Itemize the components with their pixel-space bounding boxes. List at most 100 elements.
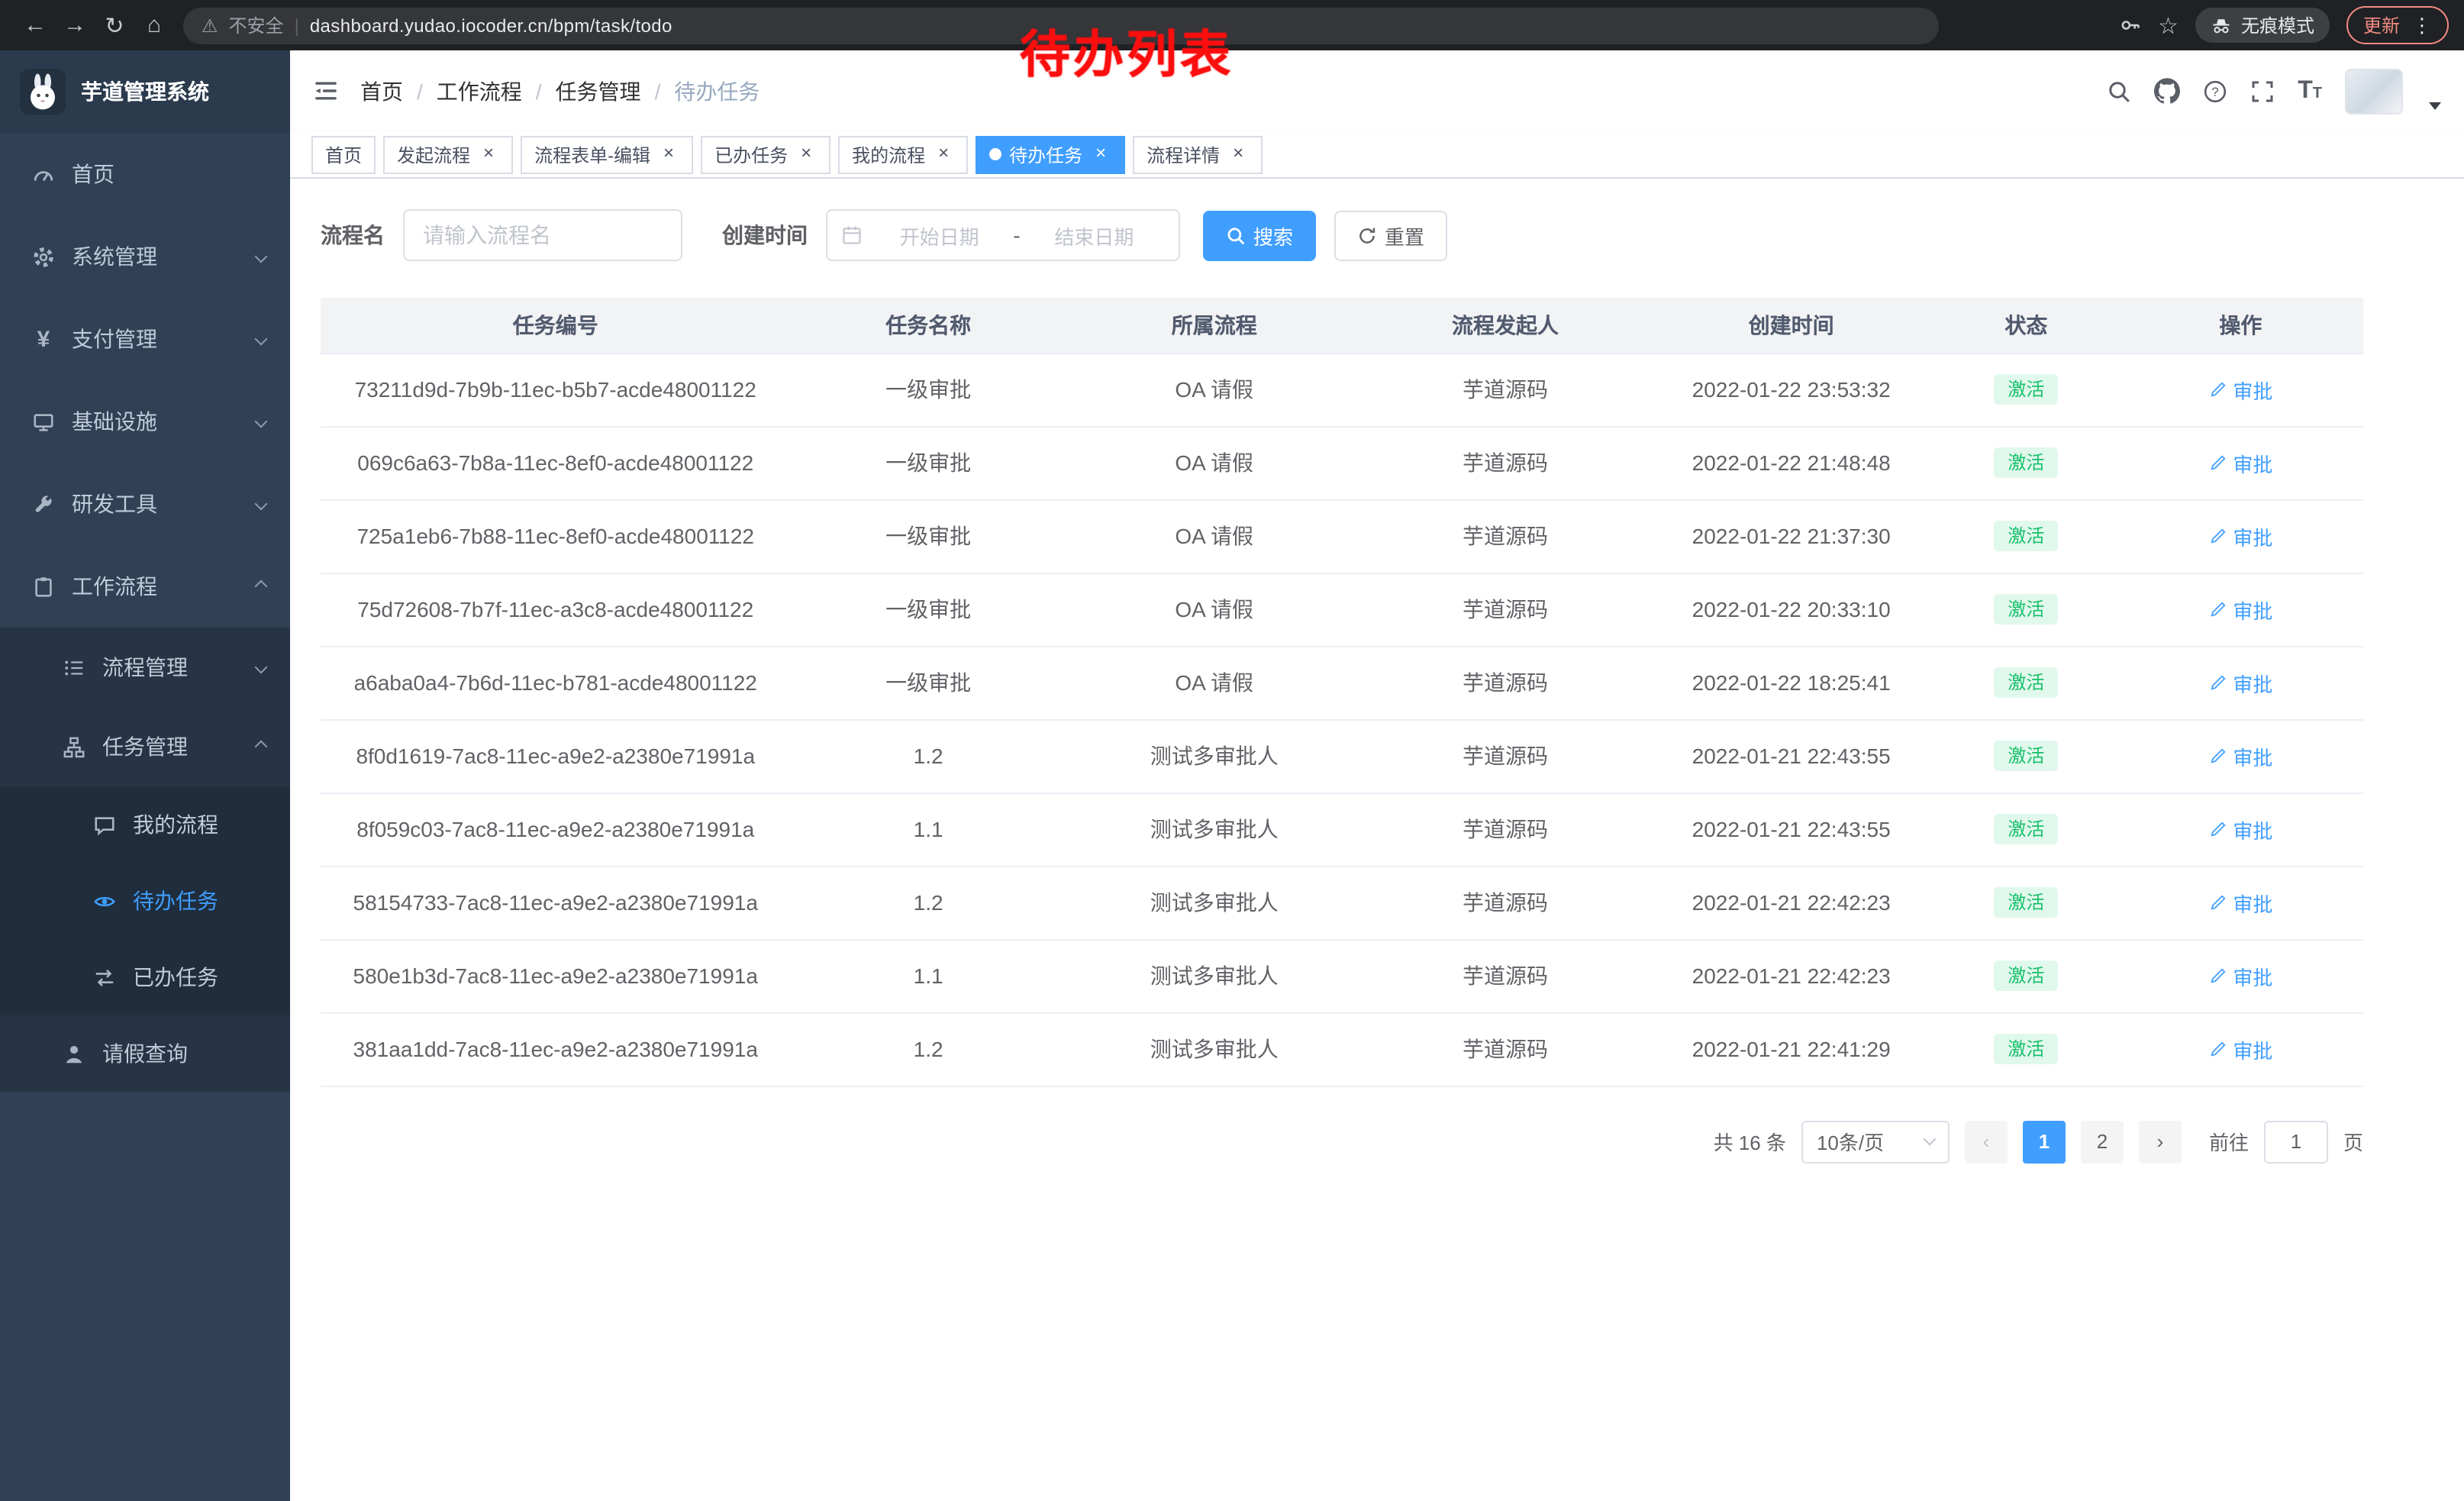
tab-done-tasks[interactable]: 已办任务 × <box>701 135 830 173</box>
back-icon[interactable]: ← <box>15 5 55 45</box>
cell-status: 激活 <box>1934 426 2118 499</box>
cell-task-id: 8f059c03-7ac8-11ec-a9e2-a2380e71991a <box>321 792 790 866</box>
font-size-icon[interactable]: TT <box>2298 77 2322 105</box>
approve-link[interactable]: 审批 <box>2208 448 2272 477</box>
sidebar-item-infrastructure[interactable]: 基础设施 <box>0 380 290 463</box>
cell-starter: 芋道源码 <box>1363 426 1649 499</box>
date-range-picker[interactable]: 开始日期 - 结束日期 <box>826 209 1180 261</box>
col-actions: 操作 <box>2118 298 2363 353</box>
avatar-caret-icon[interactable] <box>2429 102 2441 109</box>
cell-task-id: 75d72608-7b7f-11ec-a3c8-acde48001122 <box>321 573 790 646</box>
tab-start-process[interactable]: 发起流程× <box>383 135 513 173</box>
cell-process: 测试多审批人 <box>1066 866 1363 939</box>
cell-process: 测试多审批人 <box>1066 939 1363 1012</box>
update-button[interactable]: 更新 ⋮ <box>2346 6 2449 44</box>
forward-icon[interactable]: → <box>55 5 95 45</box>
breadcrumb-home[interactable]: 首页 <box>360 76 403 106</box>
cell-task-id: 725a1eb6-7b88-11ec-8ef0-acde48001122 <box>321 499 790 573</box>
key-icon[interactable] <box>2118 14 2141 37</box>
cell-process: OA 请假 <box>1066 499 1363 573</box>
reload-icon[interactable]: ↻ <box>95 5 134 45</box>
page-size-select[interactable]: 10条/页 <box>1801 1120 1950 1163</box>
cell-starter: 芋道源码 <box>1363 353 1649 426</box>
search-button[interactable]: 搜索 <box>1203 210 1316 260</box>
cell-task-name: 一级审批 <box>790 499 1066 573</box>
close-icon[interactable]: × <box>1227 144 1249 165</box>
sidebar-item-process-manage[interactable]: 流程管理 <box>0 628 290 707</box>
app-logo[interactable]: 芋道管理系统 <box>0 50 290 133</box>
close-icon[interactable]: × <box>795 144 817 165</box>
sidebar-item-done-tasks[interactable]: 已办任务 <box>0 939 290 1015</box>
prev-page-button[interactable]: ‹ <box>1965 1120 2008 1163</box>
tab-process-detail[interactable]: 流程详情× <box>1133 135 1263 173</box>
sidebar-item-leave-query[interactable]: 请假查询 <box>0 1015 290 1092</box>
home-icon[interactable]: ⌂ <box>134 5 174 45</box>
cell-task-id: 58154733-7ac8-11ec-a9e2-a2380e71991a <box>321 866 790 939</box>
chevron-down-icon <box>255 250 268 263</box>
approve-link[interactable]: 审批 <box>2208 668 2272 697</box>
warning-icon[interactable]: ⚠ <box>202 15 218 36</box>
create-time-label: 创建时间 <box>722 220 808 250</box>
approve-link[interactable]: 审批 <box>2208 815 2272 844</box>
breadcrumb-current: 待办任务 <box>674 76 760 106</box>
goto-label: 前往 <box>2209 1127 2249 1156</box>
approve-link[interactable]: 审批 <box>2208 375 2272 404</box>
close-icon[interactable]: × <box>478 144 499 165</box>
cell-task-id: 381aa1dd-7ac8-11ec-a9e2-a2380e71991a <box>321 1012 790 1086</box>
page-button-2[interactable]: 2 <box>2081 1120 2124 1163</box>
workflow-submenu: 流程管理 任务管理 我的流程 待办任务 <box>0 628 290 1092</box>
page-button-1[interactable]: 1 <box>2023 1120 2066 1163</box>
approve-link-label: 审批 <box>2233 888 2272 917</box>
sidebar-item-home[interactable]: 首页 <box>0 133 290 215</box>
svg-text:?: ? <box>2211 84 2218 98</box>
tab-my-process[interactable]: 我的流程× <box>838 135 968 173</box>
update-label: 更新 <box>2363 12 2400 38</box>
close-icon[interactable]: × <box>1090 144 1111 165</box>
bookmark-star-icon[interactable]: ☆ <box>2158 11 2179 39</box>
approve-link[interactable]: 审批 <box>2208 1035 2272 1064</box>
tab-todo-tasks[interactable]: 待办任务× <box>976 135 1125 173</box>
breadcrumb-task-manage[interactable]: 任务管理 <box>556 76 641 106</box>
search-icon[interactable] <box>2107 79 2131 103</box>
tab-form-edit[interactable]: 流程表单-编辑× <box>521 135 693 173</box>
approve-link[interactable]: 审批 <box>2208 595 2272 624</box>
sidebar-item-todo-tasks[interactable]: 待办任务 <box>0 863 290 939</box>
cell-task-id: 069c6a63-7b8a-11ec-8ef0-acde48001122 <box>321 426 790 499</box>
close-icon[interactable]: × <box>658 144 679 165</box>
sidebar-item-payment[interactable]: ¥ 支付管理 <box>0 298 290 380</box>
sidebar-item-label: 我的流程 <box>133 809 218 840</box>
range-separator: - <box>1010 223 1023 247</box>
process-name-input[interactable] <box>403 209 682 261</box>
tab-home[interactable]: 首页 <box>311 135 376 173</box>
next-page-button[interactable]: › <box>2139 1120 2182 1163</box>
cell-status: 激活 <box>1934 939 2118 1012</box>
sidebar-item-system[interactable]: 系统管理 <box>0 215 290 298</box>
github-icon[interactable] <box>2154 78 2180 104</box>
cell-starter: 芋道源码 <box>1363 792 1649 866</box>
approve-link[interactable]: 审批 <box>2208 741 2272 770</box>
approve-link[interactable]: 审批 <box>2208 961 2272 990</box>
fullscreen-icon[interactable] <box>2250 79 2275 103</box>
cell-process: OA 请假 <box>1066 426 1363 499</box>
approve-link[interactable]: 审批 <box>2208 521 2272 550</box>
sidebar-item-my-process[interactable]: 我的流程 <box>0 786 290 863</box>
goto-page-input[interactable] <box>2264 1120 2328 1163</box>
close-icon[interactable]: × <box>933 144 954 165</box>
reset-button[interactable]: 重置 <box>1334 210 1447 260</box>
collapse-sidebar-icon[interactable] <box>313 78 339 104</box>
avatar[interactable] <box>2345 68 2403 114</box>
sidebar-item-workflow[interactable]: 工作流程 <box>0 545 290 628</box>
sidebar-item-task-manage[interactable]: 任务管理 <box>0 707 290 786</box>
approve-link[interactable]: 审批 <box>2208 888 2272 917</box>
menu-dots-icon[interactable]: ⋮ <box>2412 13 2432 37</box>
cell-task-name: 1.2 <box>790 719 1066 792</box>
breadcrumb-workflow[interactable]: 工作流程 <box>437 76 522 106</box>
sidebar-item-label: 工作流程 <box>72 571 157 602</box>
help-icon[interactable]: ? <box>2203 79 2227 103</box>
tab-label: 已办任务 <box>714 141 788 167</box>
page-size-value: 10条/页 <box>1817 1127 1884 1156</box>
cell-time: 2022-01-22 20:33:10 <box>1648 573 1934 646</box>
sidebar-item-devtools[interactable]: 研发工具 <box>0 463 290 545</box>
chevron-up-icon <box>255 741 268 754</box>
breadcrumb-separator: / <box>655 79 661 103</box>
